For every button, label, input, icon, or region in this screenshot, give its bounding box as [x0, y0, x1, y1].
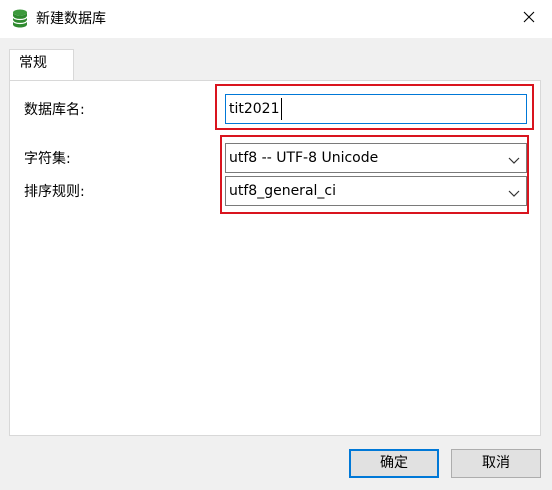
collation-label: 排序规则:	[24, 184, 85, 200]
window-title: 新建数据库	[36, 11, 106, 27]
cancel-button[interactable]: 取消	[451, 449, 541, 478]
close-icon	[523, 11, 535, 27]
db-name-value: tit2021	[229, 101, 280, 117]
ok-button[interactable]: 确定	[349, 449, 439, 478]
tab-general[interactable]: 常规	[9, 49, 74, 81]
charset-selected-value: utf8 -- UTF-8 Unicode	[229, 150, 379, 166]
text-cursor	[281, 98, 282, 120]
close-button[interactable]	[506, 0, 552, 38]
chevron-down-icon	[508, 186, 520, 197]
db-name-label: 数据库名:	[24, 102, 85, 118]
collation-select[interactable]: utf8_general_ci	[225, 176, 527, 206]
collation-selected-value: utf8_general_ci	[229, 183, 336, 199]
database-icon	[12, 9, 28, 28]
chevron-down-icon	[508, 153, 520, 164]
title-bar: 新建数据库	[0, 0, 552, 38]
general-panel	[9, 80, 541, 436]
charset-select[interactable]: utf8 -- UTF-8 Unicode	[225, 143, 527, 173]
charset-label: 字符集:	[24, 151, 71, 167]
db-name-input[interactable]: tit2021	[225, 94, 527, 124]
